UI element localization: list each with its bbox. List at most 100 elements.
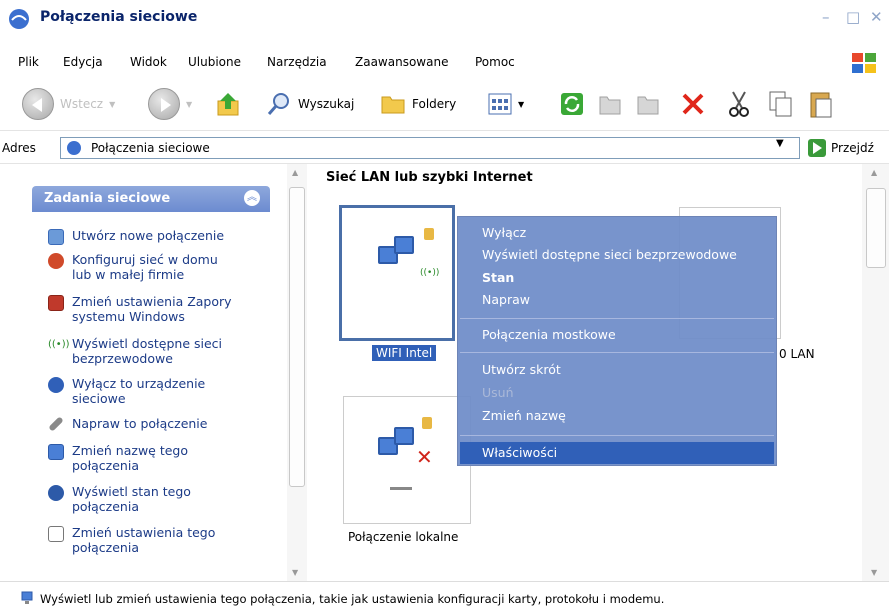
- sync-button[interactable]: [560, 88, 584, 120]
- back-label: Wstecz: [60, 97, 104, 111]
- task-label: Utwórz nowe połączenie: [72, 228, 225, 243]
- window-title: Połączenia sieciowe: [40, 9, 198, 25]
- ctx-disable[interactable]: Wyłącz: [482, 225, 526, 240]
- title-bar: Połączenia sieciowe – □ ✕: [0, 0, 889, 46]
- rename-icon: [48, 444, 64, 460]
- scroll-down-arrow-icon[interactable]: ▼: [871, 568, 877, 577]
- menu-widok[interactable]: Widok: [130, 55, 167, 69]
- delete-button[interactable]: [680, 88, 706, 120]
- collapse-chevron-icon[interactable]: ︽: [244, 190, 260, 206]
- main-scroll-thumb[interactable]: [866, 188, 886, 268]
- minimize-button[interactable]: –: [822, 8, 830, 26]
- search-icon: [267, 93, 289, 115]
- task-create-connection[interactable]: Utwórz nowe połączenie: [48, 228, 278, 245]
- toolbar: Wstecz ▼ ▼ Wyszukaj Foldery ▼: [0, 80, 889, 130]
- connection-wifi-intel-tile[interactable]: ((•)): [339, 205, 455, 341]
- scroll-up-arrow-icon[interactable]: ▲: [871, 168, 877, 177]
- menu-edycja[interactable]: Edycja: [63, 55, 103, 69]
- task-disable-device[interactable]: Wyłącz to urządzenie sieciowe: [48, 376, 278, 406]
- paste-button[interactable]: [808, 88, 834, 120]
- go-button[interactable]: Przejdź: [831, 141, 874, 155]
- up-folder-icon: [217, 93, 239, 116]
- move-to-button[interactable]: [598, 88, 624, 120]
- task-label: Wyłącz to urządzenie sieciowe: [72, 376, 206, 406]
- task-label: Zmień ustawienia tego połączenia: [72, 525, 216, 555]
- wireless-icon: ((•)): [48, 339, 70, 350]
- windows-logo-icon: [852, 53, 876, 73]
- copy-button[interactable]: [768, 88, 794, 120]
- forward-arrow-icon: [148, 88, 180, 120]
- task-pane-scroll-thumb[interactable]: [289, 187, 305, 487]
- copy-icon: [769, 91, 792, 117]
- copy-to-button[interactable]: [636, 88, 662, 120]
- task-repair[interactable]: Napraw to połączenie: [48, 416, 278, 432]
- folders-button[interactable]: Foldery: [380, 88, 456, 120]
- status-icon: [48, 485, 64, 501]
- disconnected-x-icon: ✕: [416, 445, 433, 469]
- cut-button[interactable]: [726, 88, 752, 120]
- disable-device-icon: [48, 377, 64, 393]
- computer-icon: [394, 427, 414, 445]
- task-wireless-networks[interactable]: ((•)) Wyświetl dostępne sieci bezprzewod…: [48, 336, 278, 366]
- go-arrow-icon[interactable]: [808, 139, 826, 157]
- task-label: Wyświetl stan tego połączenia: [72, 484, 191, 514]
- address-bar: Adres Połączenia sieciowe ▼ Przejdź: [0, 130, 889, 164]
- connection-label[interactable]: Połączenie lokalne: [348, 530, 458, 544]
- views-button[interactable]: ▼: [488, 88, 524, 120]
- folders-icon: [381, 96, 405, 114]
- task-view-status[interactable]: Wyświetl stan tego połączenia: [48, 484, 278, 514]
- menu-bar: Plik Edycja Widok Ulubione Narzędzia Zaa…: [0, 46, 889, 80]
- folders-label: Foldery: [412, 97, 457, 111]
- menu-zaawansowane[interactable]: Zaawansowane: [355, 55, 448, 69]
- menu-narzedzia[interactable]: Narzędzia: [267, 55, 327, 69]
- maximize-button[interactable]: □: [846, 8, 860, 26]
- status-text: Wyświetl lub zmień ustawienia tego połąc…: [40, 592, 665, 606]
- menu-ulubione[interactable]: Ulubione: [188, 55, 241, 69]
- network-status-icon: [21, 591, 33, 604]
- connection-local-tile[interactable]: ✕: [343, 396, 471, 524]
- ctx-properties[interactable]: Właściwości: [482, 445, 557, 460]
- task-label: Wyświetl dostępne sieci bezprzewodowe: [72, 336, 223, 366]
- task-home-network[interactable]: Konfiguruj sieć w domu lub w małej firmi…: [48, 252, 278, 282]
- back-button[interactable]: Wstecz ▼: [22, 88, 115, 120]
- ctx-create-shortcut[interactable]: Utwórz skrót: [482, 362, 561, 377]
- paste-icon: [810, 92, 832, 118]
- forward-dropdown-icon: ▼: [186, 99, 193, 109]
- firewall-icon: [48, 295, 64, 311]
- task-pane-header[interactable]: Zadania sieciowe ︽: [32, 186, 270, 212]
- forward-button[interactable]: ▼: [148, 88, 192, 120]
- home-network-icon: [48, 253, 64, 269]
- address-input[interactable]: Połączenia sieciowe: [60, 137, 800, 159]
- connection-label[interactable]: WIFI Intel: [372, 345, 437, 361]
- wireless-signal-icon: ((•)): [420, 268, 440, 278]
- sync-icon: [561, 93, 583, 115]
- lock-icon: [424, 228, 434, 240]
- address-value: Połączenia sieciowe: [91, 141, 210, 155]
- close-button[interactable]: ✕: [870, 8, 883, 26]
- connection-label[interactable]: 0 LAN: [779, 347, 815, 361]
- ctx-bridge[interactable]: Połączenia mostkowe: [482, 327, 616, 342]
- ctx-view-wireless[interactable]: Wyświetl dostępne sieci bezprzewodowe: [482, 247, 737, 262]
- scroll-down-arrow-icon[interactable]: ▼: [292, 568, 298, 577]
- task-firewall[interactable]: Zmień ustawienia Zapory systemu Windows: [48, 294, 278, 324]
- menu-plik[interactable]: Plik: [18, 55, 39, 69]
- task-pane-title: Zadania sieciowe: [44, 191, 171, 206]
- ctx-repair[interactable]: Napraw: [482, 292, 530, 307]
- up-folder-button[interactable]: [214, 88, 244, 120]
- task-pane: Zadania sieciowe ︽: [0, 164, 287, 581]
- task-rename[interactable]: Zmień nazwę tego połączenia: [48, 443, 278, 473]
- network-connections-icon: [9, 9, 29, 29]
- back-arrow-icon: [22, 88, 54, 120]
- wrench-icon: [48, 416, 64, 432]
- views-dropdown-icon: ▼: [518, 99, 525, 109]
- context-menu: Wyłącz Wyświetl dostępne sieci bezprzewo…: [457, 216, 777, 466]
- ctx-separator: [460, 435, 774, 436]
- menu-pomoc[interactable]: Pomoc: [475, 55, 515, 69]
- scissors-icon: [729, 91, 749, 117]
- ctx-status[interactable]: Stan: [482, 270, 514, 285]
- task-change-settings[interactable]: Zmień ustawienia tego połączenia: [48, 525, 278, 555]
- address-dropdown-icon[interactable]: ▼: [776, 138, 784, 149]
- ctx-rename[interactable]: Zmień nazwę: [482, 408, 566, 423]
- search-button[interactable]: Wyszukaj: [266, 88, 354, 120]
- scroll-up-arrow-icon[interactable]: ▲: [292, 168, 298, 177]
